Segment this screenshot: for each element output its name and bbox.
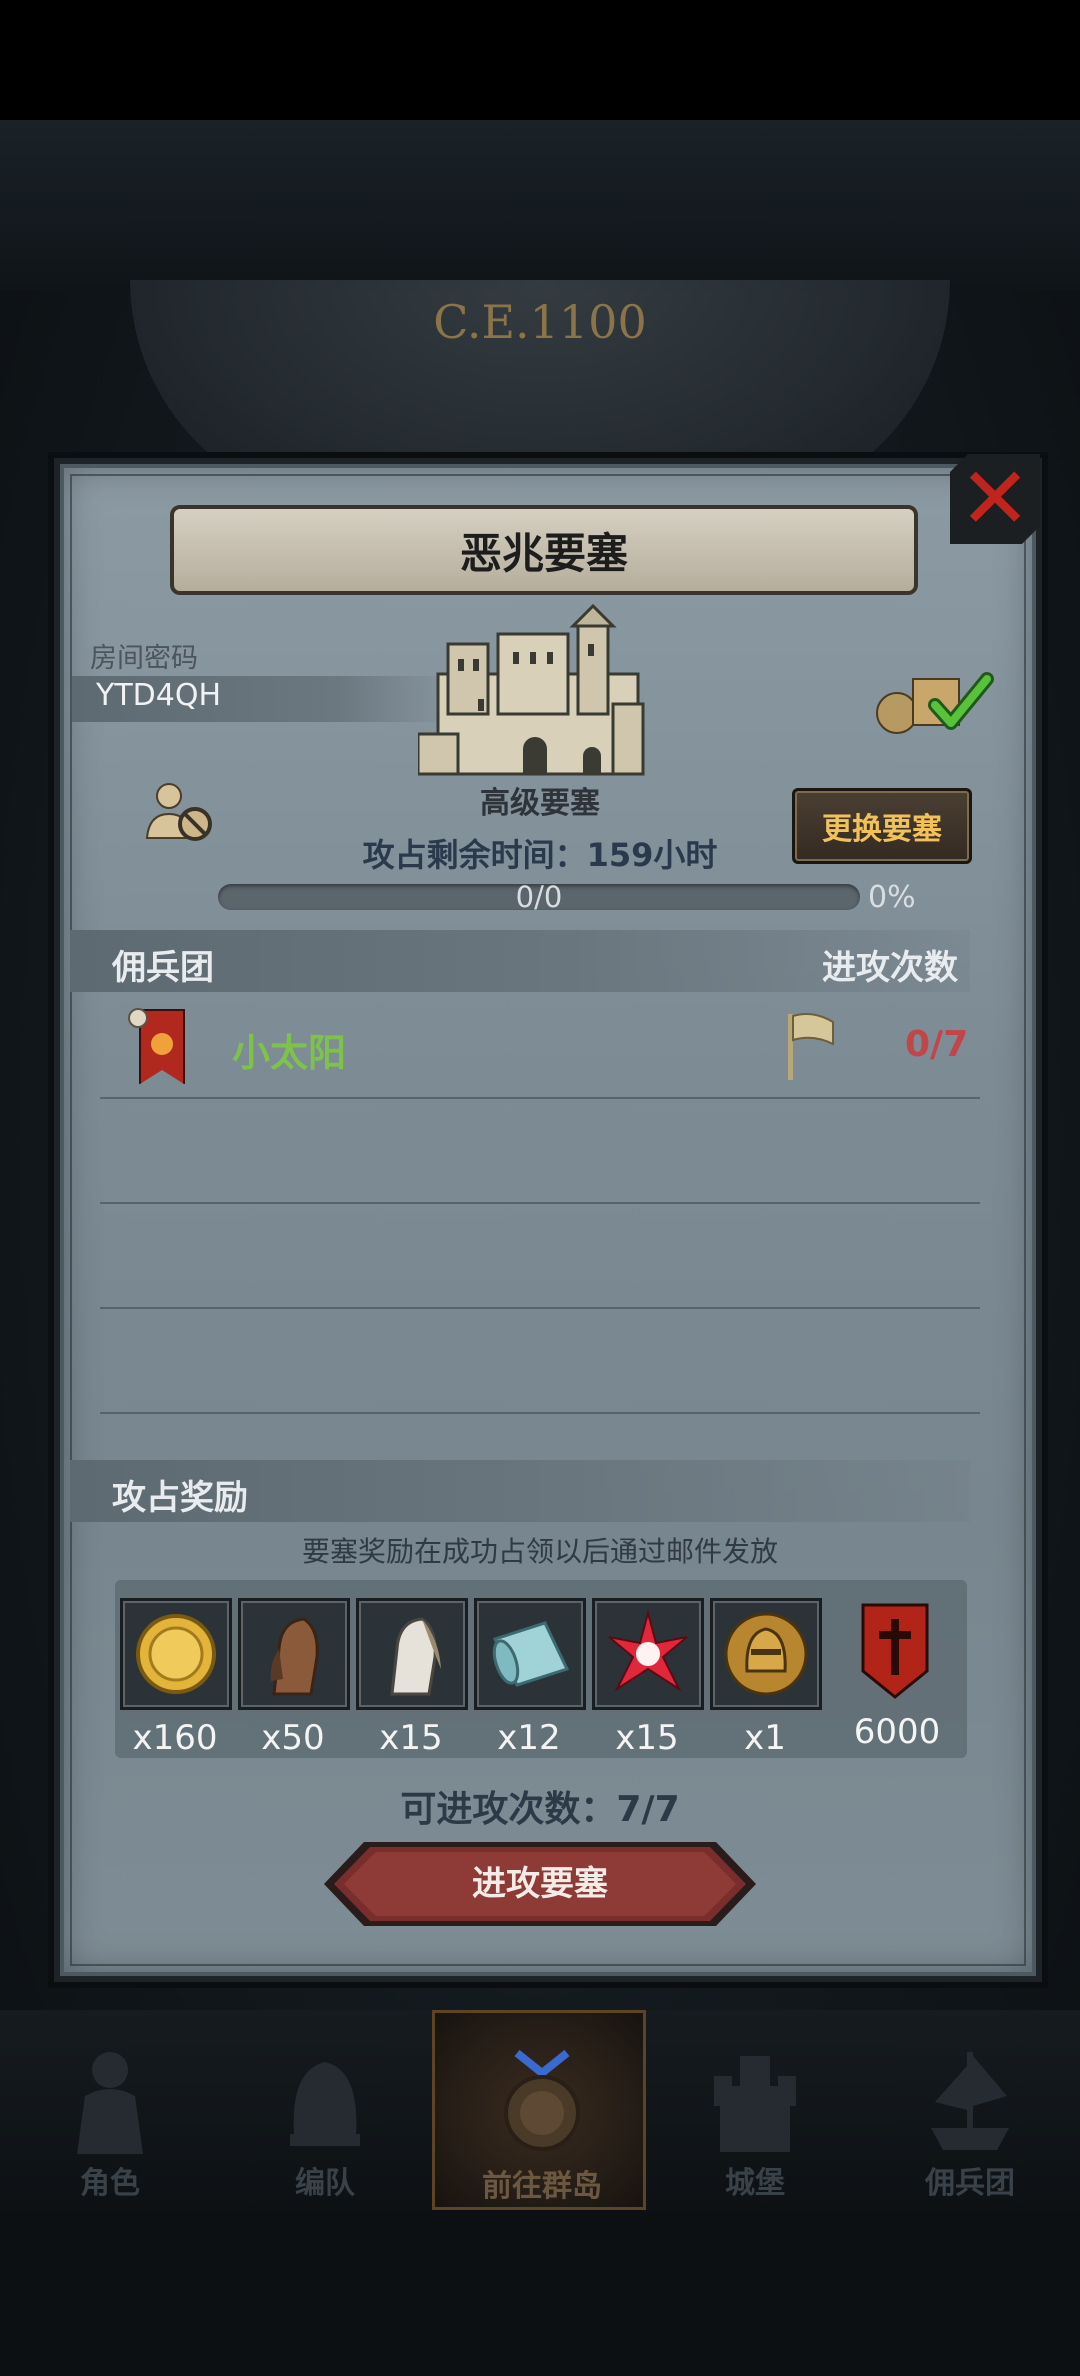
red-crystal-icon (608, 1609, 688, 1692)
attack-times: 可进攻次数：7/7 (400, 1789, 680, 1830)
reward-red-crystal[interactable]: x15 (592, 1598, 704, 1758)
reward-white-horse[interactable]: x15 (356, 1598, 468, 1758)
reward-brown-horse[interactable]: x50 (238, 1598, 350, 1758)
reward-qty: 6000 (853, 1712, 941, 1752)
cloth-roll-icon (492, 1621, 570, 1687)
compass-icon (504, 2049, 580, 2151)
gold-coin-icon (136, 1614, 216, 1694)
castle-icon (418, 604, 645, 776)
reward-cloth-roll[interactable]: x12 (474, 1598, 586, 1758)
nav-item-castle[interactable]: 城堡 (655, 2010, 855, 2210)
top-bar (0, 0, 1080, 120)
era-text: C.E.1100 (433, 295, 647, 349)
reward-qty: x1 (744, 1718, 786, 1758)
supplies-check-icon[interactable] (875, 665, 995, 737)
room-code-value: YTD4QH (96, 678, 222, 713)
row-divider (100, 1307, 980, 1309)
nav-label: 编队 (295, 2166, 355, 2201)
close-icon: ✕ (958, 449, 1032, 549)
knight-helmet-medal-icon (724, 1612, 808, 1696)
flag-icon (788, 1013, 834, 1080)
mercenary-header: 佣兵团 (112, 948, 214, 988)
nav-item-mercenary[interactable]: 佣兵团 (870, 2010, 1070, 2210)
nav-label: 城堡 (725, 2166, 785, 2201)
nav-item-role[interactable]: 角色 (10, 2010, 210, 2210)
reward-header: 攻占奖励 (112, 1478, 248, 1518)
progress-percent: 0% (868, 880, 916, 915)
attack-fortress-label: 进攻要塞 (472, 1864, 608, 1904)
white-horse-icon (390, 1617, 441, 1696)
dialog-title-banner: 恶兆要塞 (170, 505, 918, 595)
user-blocked-icon[interactable] (145, 780, 215, 844)
row-divider (100, 1097, 980, 1099)
knight-icon (77, 2052, 143, 2154)
guild-name[interactable]: 小太阳 (232, 1022, 346, 1077)
guild-attack-count: 0/7 (905, 1024, 969, 1065)
nav-item-islands[interactable]: 前往群岛 (432, 2010, 646, 2210)
reward-qty: x15 (615, 1718, 679, 1758)
change-fortress-button[interactable]: 更换要塞 (792, 788, 972, 864)
bottom-safe-area (0, 2210, 1080, 2376)
nav-item-team[interactable]: 编队 (225, 2010, 425, 2210)
room-code-label: 房间密码 (90, 643, 198, 674)
nav-label: 角色 (80, 2166, 140, 2201)
close-button[interactable]: ✕ (950, 454, 1040, 544)
nav-label: 前往群岛 (482, 2169, 602, 2204)
nav-label: 佣兵团 (925, 2166, 1015, 2201)
row-divider (100, 1202, 980, 1204)
change-fortress-label: 更换要塞 (822, 812, 942, 847)
castle-icon (714, 2056, 796, 2152)
reward-qty: x160 (132, 1718, 218, 1758)
helmet-icon (290, 2062, 360, 2146)
reward-knight-medal[interactable]: x1 (710, 1598, 822, 1758)
ship-icon (931, 2052, 1009, 2150)
dialog-title: 恶兆要塞 (459, 528, 628, 578)
reward-qty: x50 (261, 1718, 325, 1758)
reward-qty: x12 (497, 1718, 561, 1758)
background-band (0, 120, 1080, 290)
attack-fortress-button[interactable]: 进攻要塞 (324, 1842, 756, 1926)
guild-banner-icon (128, 1008, 185, 1084)
row-divider (100, 1412, 980, 1414)
progress-count: 0/0 (515, 880, 563, 914)
reward-note: 要塞奖励在成功占领以后通过邮件发放 (301, 1535, 778, 1568)
reward-gold-coin[interactable]: x160 (120, 1598, 232, 1758)
reward-guild-banner[interactable]: 6000 (842, 1598, 952, 1752)
attacks-header: 进攻次数 (822, 948, 958, 988)
guild-banner-icon (861, 1603, 929, 1699)
brown-horse-icon (270, 1617, 319, 1696)
reward-qty: x15 (379, 1718, 443, 1758)
